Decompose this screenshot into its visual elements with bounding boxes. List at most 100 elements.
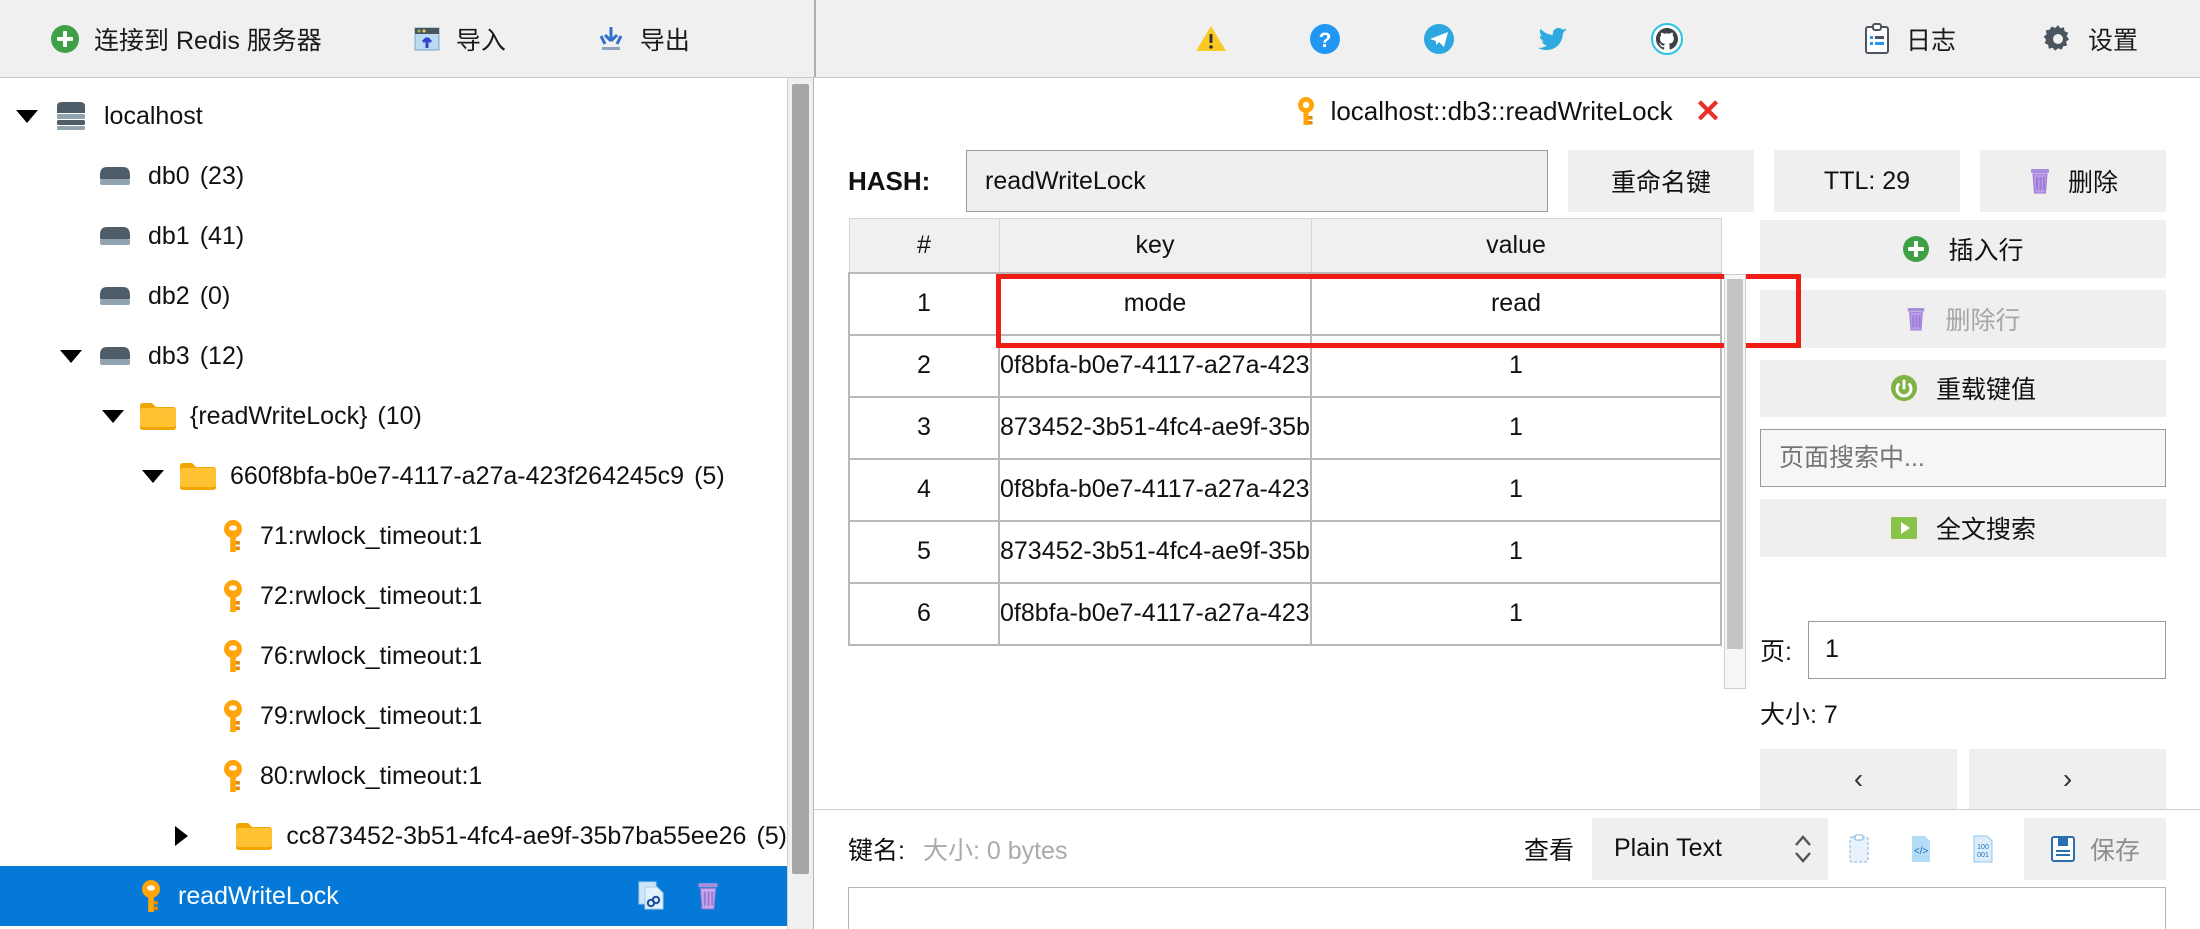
row-key[interactable]: 0f8bfa-b0e7-4117-a27a-423f264245c9 [998,457,1312,522]
row-value[interactable]: read [1310,271,1722,336]
twitter-icon-button[interactable] [1508,0,1598,77]
tree-scrollbar-thumb[interactable] [792,84,809,874]
row-value[interactable]: 1 [1310,333,1722,398]
github-icon-button[interactable] [1622,0,1712,77]
clipboard-icon-button[interactable] [1828,818,1890,880]
row-index[interactable]: 6 [848,581,1000,646]
page-search-input[interactable] [1760,429,2166,488]
table-header-index[interactable]: # [848,218,1000,273]
hash-table-wrapper: # key value 1 mode read 2 0f8bfa-b0e7-4117-a27… [848,218,1801,809]
insert-row-button[interactable]: 插入行 [1760,220,2166,278]
toolbar-social-group: ? [816,0,1840,77]
tree-item-72-rwlock-timeout-1[interactable]: 72:rwlock_timeout:1 [0,566,787,626]
tree-item-76-rwlock-timeout-1[interactable]: 76:rwlock_timeout:1 [0,626,787,686]
format-select[interactable]: Plain Text [1591,817,1828,880]
tree-item-cc873452-3b51-4fc4-ae9f-35b7ba55ee26[interactable]: cc873452-3b51-4fc4-ae9f-35b7ba55ee26 (5) [0,806,787,866]
spinner-icon[interactable] [1792,832,1814,866]
connect-redis-button[interactable]: 连接到 Redis 服务器 [28,0,344,77]
tree-item-count: (5) [756,821,787,850]
table-row[interactable]: 1 mode read [848,271,1722,336]
tree-item-db1[interactable]: db1 (41) [0,206,787,266]
tree-item-db0[interactable]: db0 (23) [0,146,787,206]
row-key[interactable]: 0f8bfa-b0e7-4117-a27a-423f264245c9 [998,333,1312,398]
save-button[interactable]: 保存 [2023,817,2166,880]
database-icon [96,283,134,309]
telegram-icon-button[interactable] [1394,0,1484,77]
log-button[interactable]: 日志 [1840,0,1978,77]
rename-key-button[interactable]: 重命名键 [1568,150,1754,212]
chevron-down-icon[interactable] [14,103,40,129]
tree-item-count: (0) [199,281,231,310]
page-input[interactable] [1807,620,2166,679]
tree-item-label: 79:rwlock_timeout:1 [260,701,483,730]
table-row[interactable]: 20f8bfa-b0e7-4117-a27a-423f264245c91 [848,333,1722,398]
tree-item-localhost[interactable]: localhost [0,86,787,146]
tree-item-79-rwlock-timeout-1[interactable]: 79:rwlock_timeout:1 [0,686,787,746]
row-value[interactable]: 1 [1310,519,1722,584]
chevron-down-icon[interactable] [140,463,166,489]
table-row[interactable]: 60f8bfa-b0e7-4117-a27a-423f264245c91 [848,581,1722,646]
keyname-label: 键名: [848,836,905,865]
settings-button[interactable]: 设置 [2020,0,2160,77]
delete-key-icon[interactable] [695,881,721,911]
tree-scrollbar[interactable] [787,78,813,929]
table-scrollbar[interactable] [1724,274,1746,689]
table-row[interactable]: 5873452-3b51-4fc4-ae9f-35b7ba55ee261 [848,519,1722,584]
help-icon: ? [1308,22,1342,56]
row-value[interactable]: 1 [1310,457,1722,522]
tree-item-label: cc873452-3b51-4fc4-ae9f-35b7ba55ee26 [286,821,747,850]
prev-page-button[interactable]: ‹ [1760,748,1957,809]
binary-icon-button[interactable]: 100 001 [1952,818,2014,880]
table-scrollbar-thumb[interactable] [1727,279,1743,649]
row-key[interactable]: mode [998,271,1312,336]
tree-item-readwritelock[interactable]: readWriteLock [0,866,787,926]
ttl-button[interactable]: TTL: 29 [1774,150,1960,212]
tree-item-80-rwlock-timeout-1[interactable]: 80:rwlock_timeout:1 [0,746,787,806]
tree-item-db3[interactable]: db3 (12) [0,326,787,386]
table-header-value[interactable]: value [1310,218,1722,273]
row-index[interactable]: 1 [848,271,1000,336]
key-type-label: HASH: [848,165,931,196]
help-icon-button[interactable]: ? [1280,0,1370,77]
table-body[interactable]: 1moderead20f8bfa-b0e7-4117-a27a-423f2642… [848,271,1722,646]
row-index[interactable]: 4 [848,457,1000,522]
export-button[interactable]: 导出 [574,0,712,77]
row-index[interactable]: 2 [848,333,1000,398]
chevron-right-icon[interactable] [140,823,223,849]
row-index[interactable]: 3 [848,395,1000,460]
row-key[interactable]: 873452-3b51-4fc4-ae9f-35b7ba55ee26 [998,395,1312,460]
import-button[interactable]: 导入 [390,0,528,77]
next-page-button[interactable]: › [1969,748,2166,809]
row-key[interactable]: 0f8bfa-b0e7-4117-a27a-423f264245c9 [998,581,1312,646]
tree-item-660f8bfa-b0e7-4117-a27a-423f264245c9[interactable]: 660f8bfa-b0e7-4117-a27a-423f264245c9 (5) [0,446,787,506]
table-row[interactable]: 3873452-3b51-4fc4-ae9f-35b7ba55ee261 [848,395,1722,460]
rename-key-label: 重命名键 [1610,169,1711,197]
chevron-down-icon[interactable] [58,343,84,369]
folder-icon [178,461,216,491]
code-icon-button[interactable]: </> [1890,818,1952,880]
tree-item-db2[interactable]: db2 (0) [0,266,787,326]
warning-icon-button[interactable] [1166,0,1256,77]
key-name-input[interactable] [966,150,1548,212]
value-editor[interactable] [848,887,2166,929]
copy-key-icon[interactable] [637,880,667,912]
row-value[interactable]: 1 [1310,395,1722,460]
delete-row-button[interactable]: 删除行 [1760,289,2166,348]
fulltext-search-button[interactable]: 全文搜索 [1760,499,2166,557]
table-row[interactable]: 40f8bfa-b0e7-4117-a27a-423f264245c91 [848,457,1722,522]
row-index[interactable]: 5 [848,519,1000,584]
key-tree[interactable]: localhost db0 (23) db1 (41) db2 (0) db3 (12) {rea… [0,78,787,929]
format-value: Plain Text [1613,834,1722,862]
reload-value-button[interactable]: 重载键值 [1760,359,2166,418]
row-key[interactable]: 873452-3b51-4fc4-ae9f-35b7ba55ee26 [998,519,1312,584]
chevron-down-icon[interactable] [100,403,126,429]
row-value[interactable]: 1 [1310,581,1722,646]
delete-key-button[interactable]: 删除 [1980,150,2166,212]
close-icon[interactable]: ✕ [1695,92,1722,130]
server-icon [52,98,90,134]
tree-item-71-rwlock-timeout-1[interactable]: 71:rwlock_timeout:1 [0,506,787,566]
tree-item-readwritelock[interactable]: {readWriteLock} (10) [0,386,787,446]
table-header-key[interactable]: key [998,218,1312,273]
github-icon [1650,22,1684,56]
